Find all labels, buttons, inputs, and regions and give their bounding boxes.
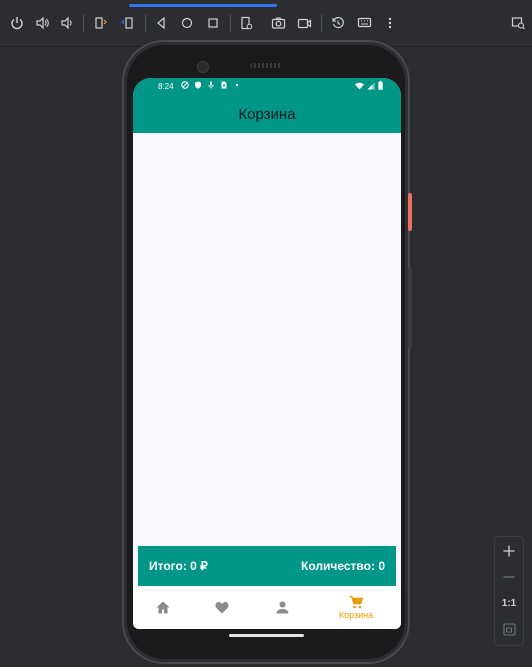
cart-total: Итого: 0 ₽ xyxy=(149,559,208,573)
cart-items-list xyxy=(133,133,401,546)
sim-icon xyxy=(220,81,228,91)
rotate-left-icon[interactable] xyxy=(91,13,111,33)
notification-dot-icon xyxy=(233,81,241,91)
page-title: Корзина xyxy=(238,106,296,123)
status-bar: 8:24 xyxy=(133,78,401,96)
earpiece-speaker xyxy=(250,63,282,68)
fit-screen-icon xyxy=(502,622,516,636)
active-tab-indicator xyxy=(129,4,277,7)
zoom-out-button[interactable] xyxy=(495,565,523,589)
screenshot-icon[interactable] xyxy=(268,13,288,33)
nav-item-cart-label: Корзина xyxy=(338,609,374,620)
zoom-fit-button[interactable] xyxy=(495,617,523,641)
person-icon xyxy=(276,601,288,614)
microphone-icon xyxy=(207,81,215,91)
do-not-disturb-icon xyxy=(181,81,189,91)
power-side-button[interactable] xyxy=(408,193,412,231)
nav-item-favorites[interactable] xyxy=(192,586,252,629)
device-manager-icon[interactable] xyxy=(508,13,528,33)
keyboard-icon[interactable] xyxy=(354,13,374,33)
back-icon[interactable] xyxy=(151,13,171,33)
heart-icon xyxy=(215,602,229,614)
cart-count: Количество: 0 xyxy=(301,559,385,573)
shield-icon xyxy=(194,81,202,91)
zoom-in-button[interactable] xyxy=(495,539,523,563)
power-icon[interactable] xyxy=(7,13,27,33)
plus-icon xyxy=(503,545,515,557)
nav-item-home[interactable] xyxy=(133,586,193,629)
battery-icon xyxy=(378,81,383,92)
gesture-home-pill[interactable] xyxy=(229,634,304,637)
overview-icon[interactable] xyxy=(203,13,223,33)
signal-icon xyxy=(367,82,375,92)
home-icon[interactable] xyxy=(177,13,197,33)
fold-icon[interactable] xyxy=(236,13,256,33)
volume-side-button[interactable] xyxy=(408,268,412,348)
zoom-panel: 1:1 xyxy=(494,536,524,646)
nav-item-profile[interactable] xyxy=(252,586,312,629)
bottom-navigation: Корзина xyxy=(133,586,401,629)
cart-summary-bar: Итого: 0 ₽ Количество: 0 xyxy=(138,546,396,586)
zoom-actual-size-button[interactable]: 1:1 xyxy=(495,591,523,615)
nav-item-cart[interactable]: Корзина xyxy=(326,586,386,629)
snapshot-icon[interactable] xyxy=(328,13,348,33)
app-bar: Корзина xyxy=(133,96,401,133)
status-time: 8:24 xyxy=(158,82,174,91)
emulator-toolbar xyxy=(0,0,532,47)
wifi-icon xyxy=(355,82,364,92)
screenrecord-icon[interactable] xyxy=(294,13,314,33)
home-icon xyxy=(156,601,170,614)
volume-up-icon[interactable] xyxy=(32,13,52,33)
more-icon[interactable] xyxy=(380,13,400,33)
zoom-ratio-label: 1:1 xyxy=(501,597,517,609)
minus-icon xyxy=(503,576,515,578)
rotate-right-icon[interactable] xyxy=(117,13,137,33)
device-screen: 8:24 Корзина Итого: 0 ₽ Количество: 0 Ко… xyxy=(133,78,401,629)
front-camera xyxy=(197,61,209,73)
volume-down-icon[interactable] xyxy=(57,13,77,33)
cart-icon xyxy=(349,595,363,608)
